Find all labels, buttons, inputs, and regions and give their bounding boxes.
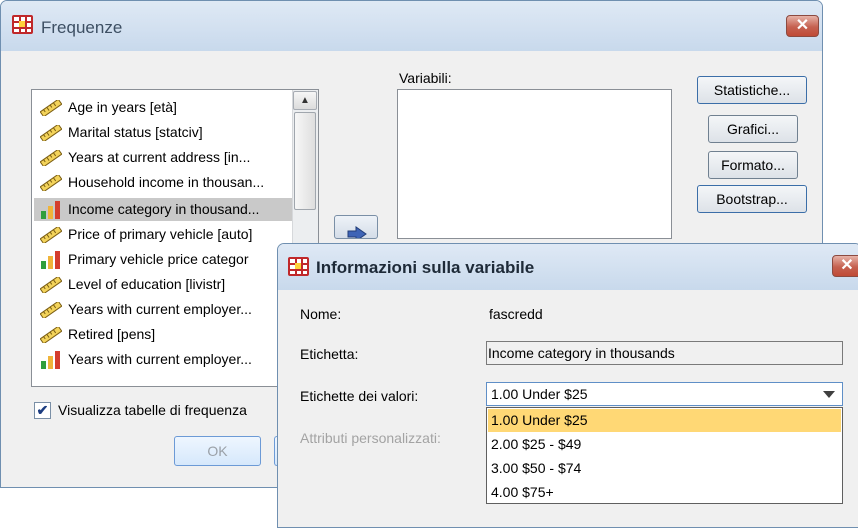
format-button[interactable]: Formato... <box>708 151 798 179</box>
list-item-label: Years at current address [in... <box>68 149 251 165</box>
chevron-down-icon[interactable] <box>823 391 835 398</box>
label-label: Etichetta: <box>300 346 359 362</box>
name-value: fascredd <box>489 306 543 322</box>
bar-chart-icon <box>41 251 60 269</box>
value-labels-dropdown[interactable]: 1.00 Under $25 2.00 $25 - $49 3.00 $50 -… <box>486 407 843 504</box>
dialog-titlebar[interactable]: Frequenze ✕ <box>1 1 822 51</box>
bootstrap-button[interactable]: Bootstrap... <box>697 185 807 213</box>
variable-label-field: Income category in thousands <box>486 341 843 365</box>
dialog-title: Frequenze <box>41 18 123 37</box>
list-item-label: Retired [pens] <box>68 326 156 342</box>
list-item-label: Price of primary vehicle [auto] <box>68 226 253 242</box>
dropdown-option[interactable]: 4.00 $75+ <box>488 481 841 504</box>
list-item-label: Income category in thousand... <box>68 201 260 217</box>
dropdown-option[interactable]: 2.00 $25 - $49 <box>488 433 841 456</box>
charts-button[interactable]: Grafici... <box>708 115 798 143</box>
list-item-label: Marital status [statciv] <box>68 124 203 140</box>
ruler-icon <box>40 175 62 191</box>
list-item[interactable]: Age in years [età] <box>34 96 292 119</box>
list-item[interactable]: Years with current employer... <box>34 348 292 371</box>
bar-chart-icon <box>41 201 60 219</box>
variables-target-list[interactable] <box>397 89 672 239</box>
list-item-label: Household income in thousan... <box>68 174 265 190</box>
ruler-icon <box>40 150 62 166</box>
arrow-right-icon <box>347 226 367 238</box>
source-variable-list[interactable]: Age in years [età] Marital status [statc… <box>31 89 319 387</box>
list-item[interactable]: Years with current employer... <box>34 298 292 321</box>
statistics-button[interactable]: Statistiche... <box>697 76 807 104</box>
ok-button[interactable]: OK <box>174 436 261 466</box>
list-item[interactable]: Household income in thousan... <box>34 171 292 194</box>
list-item[interactable]: Level of education [livistr] <box>34 273 292 296</box>
list-item-selected[interactable]: Income category in thousand... <box>34 198 292 221</box>
value-labels-select[interactable]: 1.00 Under $25 <box>486 382 843 406</box>
checkbox-label: Visualizza tabelle di frequenza <box>58 402 247 418</box>
dialog-title: Informazioni sulla variabile <box>316 258 535 277</box>
list-item[interactable]: Years at current address [in... <box>34 146 292 169</box>
move-right-button[interactable] <box>334 215 378 239</box>
name-label: Nome: <box>300 306 342 322</box>
scrollbar-thumb[interactable] <box>294 112 316 210</box>
close-icon[interactable]: ✕ <box>832 255 858 277</box>
list-item[interactable]: Price of primary vehicle [auto] <box>34 223 292 246</box>
variables-label: Variabili: <box>399 70 452 86</box>
ruler-icon <box>40 327 62 343</box>
custom-attributes-label: Attributi personalizzati: <box>300 430 441 446</box>
bar-chart-icon <box>41 351 60 369</box>
list-item-label: Primary vehicle price categor <box>68 251 249 267</box>
list-item-label: Years with current employer... <box>68 301 252 317</box>
list-item-label: Level of education [livistr] <box>68 276 226 292</box>
scroll-up-arrow-icon[interactable]: ▲ <box>293 91 317 110</box>
list-item-label: Age in years [età] <box>68 99 177 115</box>
dropdown-option[interactable]: 3.00 $50 - $74 <box>488 457 841 480</box>
value-labels-label: Etichette dei valori: <box>300 388 419 404</box>
spss-table-icon <box>288 257 309 276</box>
ruler-icon <box>40 227 62 243</box>
ruler-icon <box>40 302 62 318</box>
ruler-icon <box>40 277 62 293</box>
ruler-icon <box>40 100 62 116</box>
list-item[interactable]: Marital status [statciv] <box>34 121 292 144</box>
dropdown-option[interactable]: 1.00 Under $25 <box>488 409 841 432</box>
display-frequency-tables-checkbox[interactable]: ✔ <box>34 402 51 419</box>
close-icon[interactable]: ✕ <box>786 15 819 37</box>
list-item-label: Years with current employer... <box>68 351 252 367</box>
variable-info-dialog: Informazioni sulla variabile ✕ Nome: fas… <box>277 243 858 528</box>
dialog-titlebar[interactable]: Informazioni sulla variabile ✕ <box>278 244 858 290</box>
ruler-icon <box>40 125 62 141</box>
list-item[interactable]: Retired [pens] <box>34 323 292 346</box>
list-item[interactable]: Primary vehicle price categor <box>34 248 292 271</box>
spss-table-icon <box>12 15 33 34</box>
